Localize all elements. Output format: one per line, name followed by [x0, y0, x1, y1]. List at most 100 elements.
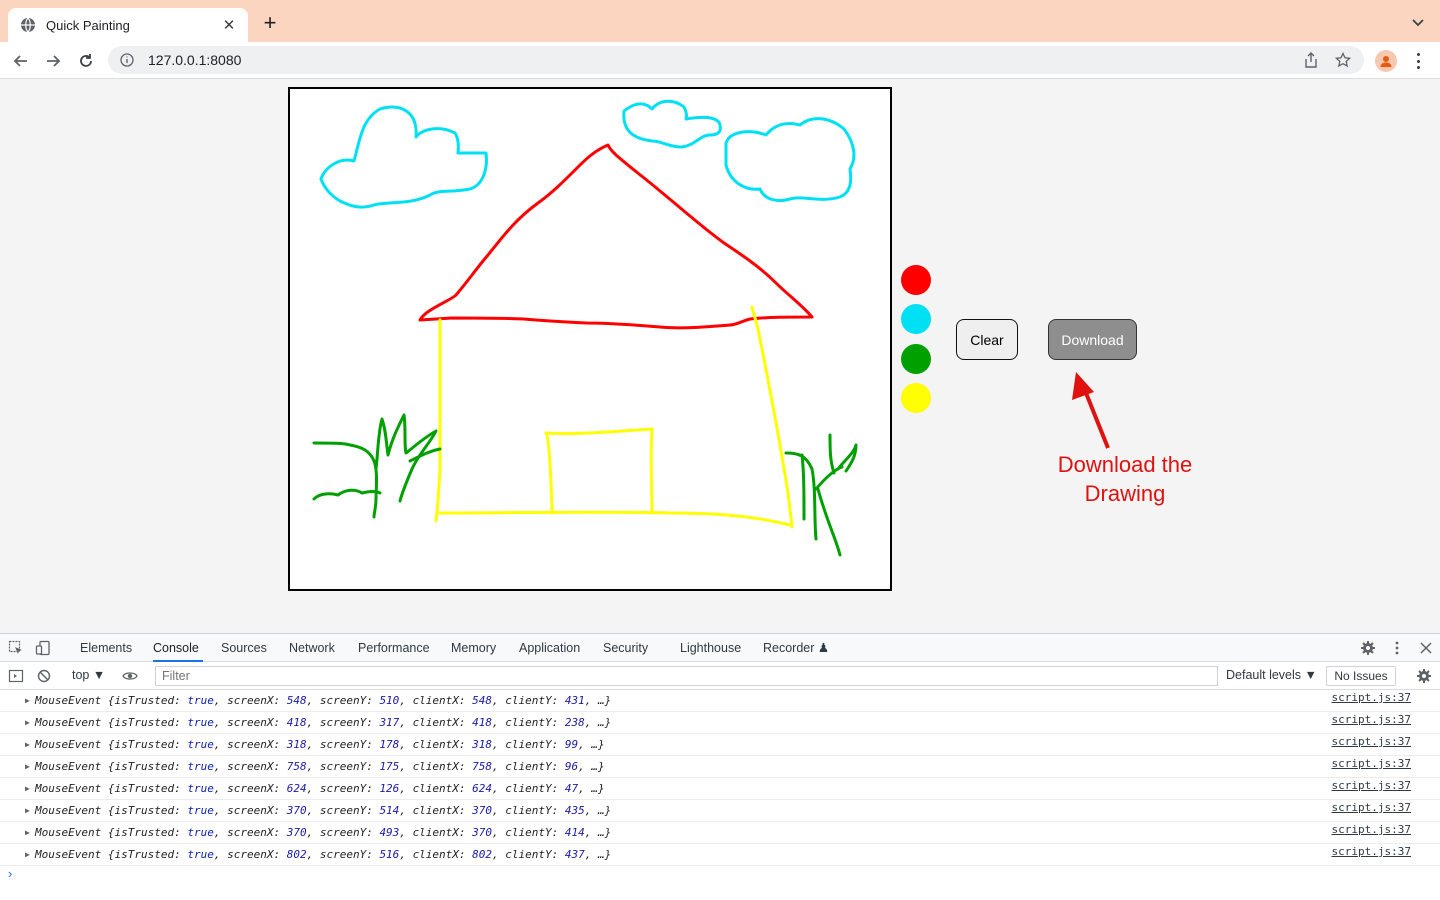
- log-message: MouseEvent {isTrusted: true, screenX: 31…: [35, 738, 605, 751]
- url-text: 127.0.0.1:8080: [148, 52, 242, 68]
- eye-icon[interactable]: [122, 668, 138, 684]
- log-message: MouseEvent {isTrusted: true, screenX: 37…: [35, 826, 612, 839]
- expand-triangle-icon[interactable]: ▶: [25, 734, 30, 756]
- log-source-link[interactable]: script.js:37: [1332, 709, 1411, 731]
- arrow-up-icon: [1060, 370, 1120, 450]
- grass-left: [312, 413, 442, 519]
- tab-console[interactable]: Console: [153, 634, 203, 662]
- console-filter-input[interactable]: [155, 666, 1218, 686]
- drawing: [312, 99, 858, 557]
- console-log-list: ▶ MouseEvent {isTrusted: true, screenX: 5…: [0, 690, 1440, 866]
- tab-strip: Quick Painting ✕ +: [0, 0, 1440, 42]
- cloud-middle: [622, 99, 722, 149]
- log-message: MouseEvent {isTrusted: true, screenX: 62…: [35, 782, 605, 795]
- reload-icon[interactable]: [75, 50, 97, 72]
- clear-button[interactable]: Clear: [956, 319, 1018, 360]
- console-log-row[interactable]: ▶ MouseEvent {isTrusted: true, screenX: 8…: [0, 844, 1440, 866]
- chevron-down-icon[interactable]: [1410, 14, 1426, 30]
- annotation-text: Download the Drawing: [1040, 450, 1210, 508]
- forward-icon[interactable]: [42, 50, 64, 72]
- expand-triangle-icon[interactable]: ▶: [25, 778, 30, 800]
- expand-triangle-icon[interactable]: ▶: [25, 822, 30, 844]
- color-yellow-swatch[interactable]: [901, 383, 931, 413]
- cloud-right: [724, 117, 856, 203]
- gear-icon[interactable]: [1360, 640, 1376, 656]
- expand-triangle-icon[interactable]: ▶: [25, 690, 30, 712]
- color-red-swatch[interactable]: [901, 265, 931, 295]
- annotation-line-1: Download the: [1057, 452, 1193, 477]
- console-settings-icon[interactable]: [1416, 668, 1432, 684]
- console-log-row[interactable]: ▶ MouseEvent {isTrusted: true, screenX: 3…: [0, 800, 1440, 822]
- door: [544, 427, 654, 515]
- tab-lighthouse[interactable]: Lighthouse: [680, 634, 741, 662]
- log-message: MouseEvent {isTrusted: true, screenX: 37…: [35, 804, 612, 817]
- log-message: MouseEvent {isTrusted: true, screenX: 54…: [35, 694, 612, 707]
- tab-performance[interactable]: Performance: [358, 634, 430, 662]
- devtools-tab-bar: Elements Console Sources Network Perform…: [0, 634, 1440, 662]
- context-selector[interactable]: top ▼: [72, 668, 105, 682]
- log-source-link[interactable]: script.js:37: [1332, 775, 1411, 797]
- expand-triangle-icon[interactable]: ▶: [25, 844, 30, 866]
- house-wall-left: [434, 318, 442, 523]
- menu-icon[interactable]: [1410, 51, 1426, 71]
- console-log-row[interactable]: ▶ MouseEvent {isTrusted: true, screenX: 3…: [0, 734, 1440, 756]
- tab-network[interactable]: Network: [289, 634, 335, 662]
- tab-sources[interactable]: Sources: [221, 634, 267, 662]
- console-filter-bar: top ▼ Default levels ▼ No Issues: [0, 662, 1440, 690]
- log-levels-dropdown[interactable]: Default levels ▼: [1226, 668, 1317, 682]
- console-log-row[interactable]: ▶ MouseEvent {isTrusted: true, screenX: 7…: [0, 756, 1440, 778]
- drawing-canvas[interactable]: [288, 87, 892, 591]
- address-bar[interactable]: 127.0.0.1:8080: [108, 46, 1364, 74]
- devtools-panel: Elements Console Sources Network Perform…: [0, 633, 1440, 900]
- more-options-icon[interactable]: [1389, 640, 1405, 656]
- expand-triangle-icon[interactable]: ▶: [25, 712, 30, 734]
- log-source-link[interactable]: script.js:37: [1332, 731, 1411, 753]
- tab-recorder[interactable]: Recorder ♟: [763, 634, 829, 662]
- share-icon[interactable]: [1302, 51, 1320, 69]
- tab-memory[interactable]: Memory: [451, 634, 496, 662]
- sidebar-toggle-icon[interactable]: [8, 668, 24, 684]
- console-log-row[interactable]: ▶ MouseEvent {isTrusted: true, screenX: 5…: [0, 690, 1440, 712]
- profile-icon[interactable]: [1375, 50, 1397, 72]
- clear-console-icon[interactable]: [36, 668, 52, 684]
- grass-right: [784, 433, 858, 557]
- log-message: MouseEvent {isTrusted: true, screenX: 80…: [35, 848, 612, 861]
- new-tab-button[interactable]: +: [258, 12, 282, 36]
- log-source-link[interactable]: script.js:37: [1332, 687, 1411, 709]
- log-source-link[interactable]: script.js:37: [1332, 797, 1411, 819]
- close-icon[interactable]: [1418, 640, 1434, 656]
- back-icon[interactable]: [10, 50, 32, 72]
- page-content: Clear Download Download the Drawing: [0, 80, 1440, 633]
- log-message: MouseEvent {isTrusted: true, screenX: 41…: [35, 716, 612, 729]
- browser-tab[interactable]: Quick Painting ✕: [8, 8, 248, 42]
- star-icon[interactable]: [1334, 51, 1352, 69]
- color-green-swatch[interactable]: [901, 344, 931, 374]
- globe-icon: [20, 17, 36, 33]
- download-button[interactable]: Download: [1048, 319, 1137, 360]
- close-icon[interactable]: ✕: [220, 16, 238, 34]
- console-log-row[interactable]: ▶ MouseEvent {isTrusted: true, screenX: 3…: [0, 822, 1440, 844]
- log-source-link[interactable]: script.js:37: [1332, 819, 1411, 841]
- expand-triangle-icon[interactable]: ▶: [25, 800, 30, 822]
- console-log-row[interactable]: ▶ MouseEvent {isTrusted: true, screenX: 6…: [0, 778, 1440, 800]
- expand-triangle-icon[interactable]: ▶: [25, 756, 30, 778]
- tab-application[interactable]: Application: [519, 634, 580, 662]
- log-source-link[interactable]: script.js:37: [1332, 753, 1411, 775]
- annotation-line-2: Drawing: [1084, 481, 1166, 506]
- inspect-element-icon[interactable]: [8, 640, 24, 656]
- color-cyan-swatch[interactable]: [901, 304, 931, 334]
- cloud-left: [319, 105, 488, 209]
- tab-elements[interactable]: Elements: [80, 634, 132, 662]
- log-message: MouseEvent {isTrusted: true, screenX: 75…: [35, 760, 605, 773]
- console-log-row[interactable]: ▶ MouseEvent {isTrusted: true, screenX: 4…: [0, 712, 1440, 734]
- log-source-link[interactable]: script.js:37: [1332, 841, 1411, 863]
- device-toolbar-icon[interactable]: [35, 640, 51, 656]
- issues-button[interactable]: No Issues: [1326, 666, 1396, 686]
- info-icon[interactable]: [120, 53, 134, 67]
- tab-title: Quick Painting: [46, 17, 130, 33]
- console-prompt-icon[interactable]: ›: [8, 866, 12, 881]
- roof: [418, 143, 814, 330]
- tab-security[interactable]: Security: [603, 634, 648, 662]
- browser-toolbar: 127.0.0.1:8080: [0, 42, 1440, 79]
- house-base: [438, 510, 792, 527]
